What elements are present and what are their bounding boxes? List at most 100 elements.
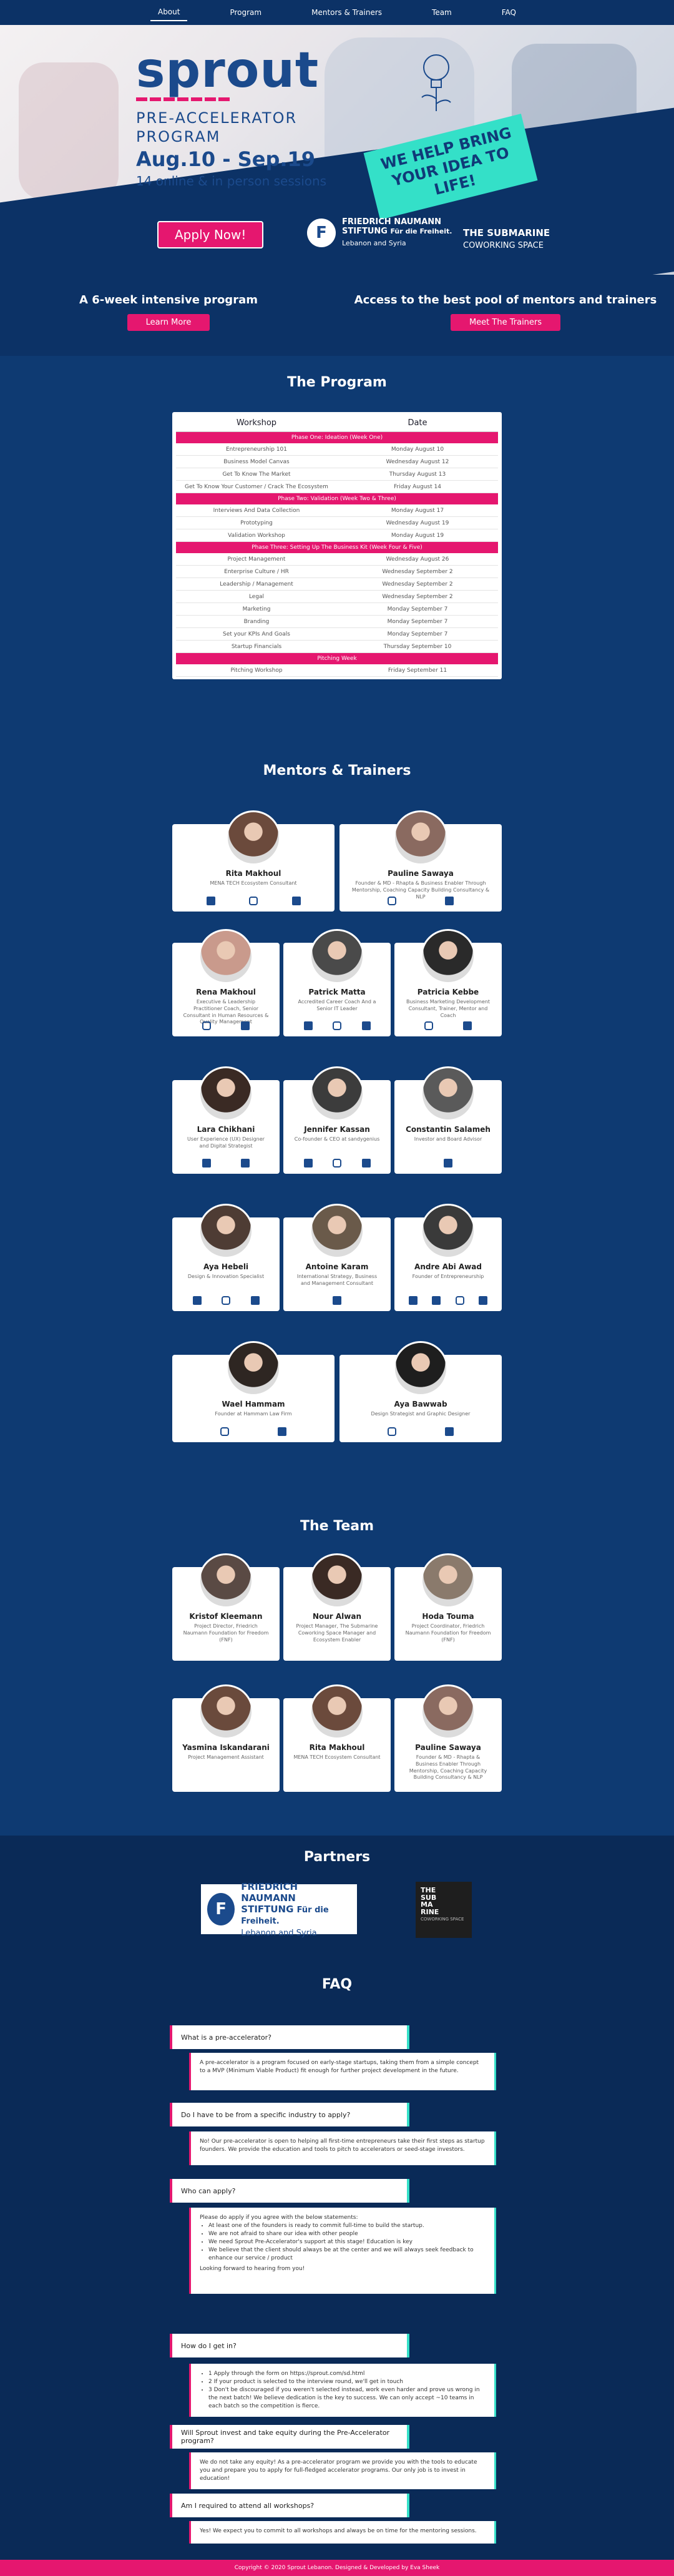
- facebook-icon[interactable]: [303, 1159, 313, 1168]
- workshop-date: Wednesday August 26: [386, 556, 449, 563]
- avatar: [310, 1553, 364, 1608]
- linkedin-icon[interactable]: [444, 897, 454, 905]
- avatar: [310, 1684, 364, 1739]
- workshop-date: Monday August 10: [391, 446, 444, 453]
- fnf-mark-icon: F: [207, 1893, 235, 1925]
- workshop-date: Monday August 17: [391, 507, 444, 514]
- linkedin-icon[interactable]: [463, 1021, 472, 1030]
- linkedin-icon[interactable]: [361, 1021, 371, 1030]
- program-row: Interviews And Data Collection Monday Aug…: [176, 504, 498, 517]
- twitter-icon[interactable]: [409, 1296, 418, 1305]
- program-row: Branding Monday September 7: [176, 616, 498, 628]
- instagram-icon[interactable]: [388, 897, 397, 905]
- faq-bullet: We need Sprout Pre-Accelerator's support…: [208, 2238, 486, 2246]
- nav-item-program[interactable]: Program: [222, 4, 269, 21]
- social-links: [339, 1427, 502, 1436]
- social-links: [172, 1427, 335, 1436]
- faq-question[interactable]: What is a pre-accelerator?: [172, 2025, 407, 2049]
- faq-bullet: At least one of the founders is ready to…: [208, 2222, 486, 2230]
- person-card: Patricia Kebbe Business Marketing Develop…: [394, 929, 502, 1036]
- person-name: Rita Makhoul: [309, 1743, 365, 1752]
- person-role: Founder & MD - Rhapta & Business Enabler…: [409, 1754, 487, 1781]
- workshop-name: Startup Financials: [231, 643, 282, 650]
- faq-section: FAQ What is a pre-accelerator? A pre-acce…: [0, 1960, 674, 2560]
- learn-more-button[interactable]: Learn More: [127, 314, 210, 331]
- person-name: Patrick Matta: [308, 988, 366, 996]
- nav-item-faq[interactable]: FAQ: [494, 4, 524, 21]
- program-row: Business Model Canvas Wednesday August 12: [176, 456, 498, 468]
- fnf-logo: F FRIEDRICH NAUMANN STIFTUNG Für die Fre…: [307, 217, 452, 248]
- linkedin-icon[interactable]: [478, 1296, 487, 1305]
- apply-now-button[interactable]: Apply Now!: [157, 221, 264, 248]
- social-links: [172, 897, 335, 905]
- nav-item-team[interactable]: Team: [424, 4, 459, 21]
- avatar: [310, 1066, 364, 1121]
- instagram-icon[interactable]: [424, 1021, 433, 1030]
- instagram-icon[interactable]: [333, 1021, 341, 1030]
- instagram-icon[interactable]: [333, 1159, 341, 1168]
- facebook-icon[interactable]: [303, 1021, 313, 1030]
- linkedin-icon[interactable]: [241, 1021, 250, 1030]
- instagram-icon[interactable]: [202, 1021, 211, 1030]
- program-section: The Program Workshop Date Phase One: Ide…: [0, 356, 674, 749]
- partner-submarine-logo[interactable]: THE SUB MA RINE COWORKING SPACE: [416, 1882, 472, 1938]
- person-name: Aya Bawwab: [394, 1400, 447, 1408]
- nav-item-about[interactable]: About: [150, 4, 188, 21]
- linkedin-icon[interactable]: [333, 1296, 341, 1305]
- person-card: Wael Hammam Founder at Hammam Law Firm: [172, 1341, 335, 1442]
- workshop-name: Marketing: [242, 606, 271, 612]
- instagram-icon[interactable]: [249, 897, 258, 905]
- avatar: [421, 1553, 476, 1608]
- faq-bullet: We are not afraid to share our idea with…: [208, 2230, 486, 2238]
- person-role: International Strategy, Business and Man…: [296, 1274, 378, 1286]
- program-row: Pitching Workshop Friday September 11: [176, 664, 498, 677]
- avatar: [421, 1204, 476, 1259]
- faq-question[interactable]: Am I required to attend all workshops?: [172, 2494, 407, 2517]
- avatar: [226, 1341, 281, 1396]
- facebook-icon[interactable]: [202, 1159, 211, 1168]
- workshop-date: Wednesday September 2: [382, 581, 453, 587]
- instagram-icon[interactable]: [388, 1427, 397, 1436]
- linkedin-icon[interactable]: [291, 897, 301, 905]
- nav-item-mentors[interactable]: Mentors & Trainers: [304, 4, 389, 21]
- faq-question[interactable]: Will Sprout invest and take equity durin…: [172, 2425, 407, 2449]
- person-card: Rita Makhoul MENA TECH Ecosystem Consulta…: [283, 1684, 391, 1792]
- person-name: Nour Alwan: [312, 1612, 362, 1621]
- linkedin-icon[interactable]: [361, 1159, 371, 1168]
- twitter-icon[interactable]: [206, 897, 215, 905]
- linkedin-icon[interactable]: [241, 1159, 250, 1168]
- person-card: Antoine Karam International Strategy, Bus…: [283, 1204, 391, 1311]
- partner-fnf-logo[interactable]: F FRIEDRICH NAUMANN STIFTUNG Für die Fre…: [201, 1881, 357, 1938]
- faq-title: FAQ: [321, 1977, 353, 1992]
- workshop-name: Branding: [243, 618, 270, 625]
- person-role: Investor and Board Advisor: [414, 1136, 482, 1142]
- linkedin-icon[interactable]: [250, 1296, 260, 1305]
- hero-section: sprout PRE-ACCELERATOR PROGRAM Aug.10 - …: [0, 0, 674, 275]
- linkedin-icon[interactable]: [444, 1427, 454, 1436]
- person-role: Design Strategist and Graphic Designer: [371, 1411, 471, 1417]
- faq-bullet: 2 If your product is selected to the int…: [208, 2378, 486, 2386]
- faq-question[interactable]: Do I have to be from a specific industry…: [172, 2103, 407, 2126]
- workshop-date: Wednesday September 2: [382, 568, 453, 575]
- program-dates: Aug.10 - Sep.19: [136, 147, 316, 171]
- faq-answer: A pre-accelerator is a program focused o…: [191, 2053, 494, 2090]
- team-title: The Team: [300, 1518, 374, 1534]
- facebook-icon[interactable]: [192, 1296, 202, 1305]
- faq-question[interactable]: Who can apply?: [172, 2179, 407, 2203]
- team-section: The Team Kristof Kleemann Project Directo…: [0, 1498, 674, 1836]
- program-row: Leadership / Management Wednesday Septemb…: [176, 578, 498, 591]
- faq-question[interactable]: How do I get in?: [172, 2334, 407, 2357]
- instagram-icon[interactable]: [222, 1296, 230, 1305]
- linkedin-icon[interactable]: [277, 1427, 286, 1436]
- facebook-icon[interactable]: [432, 1296, 441, 1305]
- person-card: Rita Makhoul MENA TECH Ecosystem Consulta…: [172, 810, 335, 912]
- person-role: Accredited Career Coach And a Senior IT …: [298, 999, 376, 1011]
- linkedin-icon[interactable]: [444, 1159, 452, 1168]
- person-card: Pauline Sawaya Founder & MD - Rhapta & Bu…: [339, 810, 502, 912]
- workshop-name: Prototyping: [240, 519, 273, 526]
- meet-trainers-button[interactable]: Meet The Trainers: [450, 314, 561, 331]
- instagram-icon[interactable]: [220, 1427, 230, 1436]
- person-role: Founder at Hammam Law Firm: [215, 1411, 292, 1417]
- program-phase-header: Pitching Week: [176, 653, 498, 664]
- instagram-icon[interactable]: [455, 1296, 464, 1305]
